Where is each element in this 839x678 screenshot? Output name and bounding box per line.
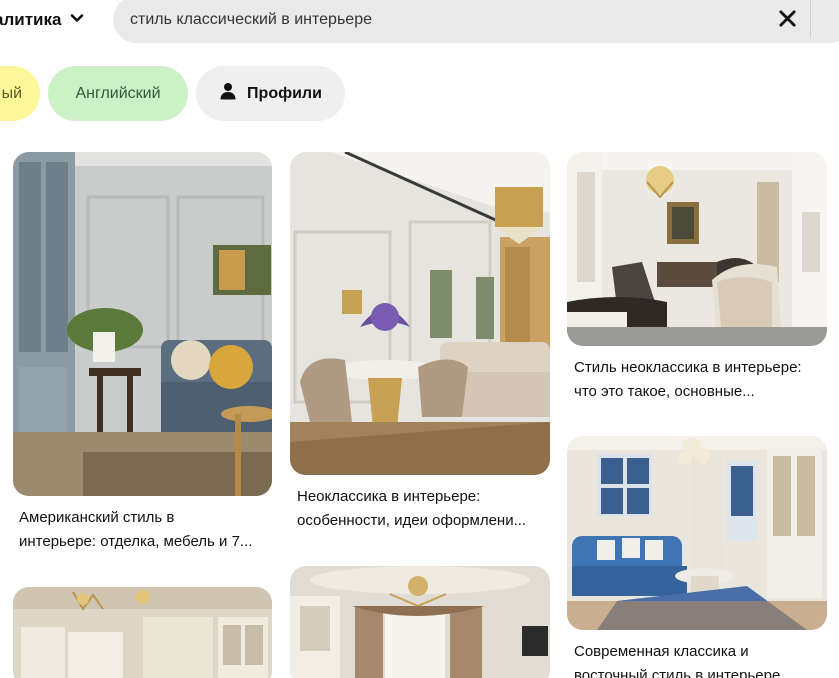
- clear-search-button[interactable]: [775, 6, 799, 30]
- pin-title[interactable]: Неоклассика в интерьере: особенности, ид…: [297, 485, 552, 533]
- pin-title[interactable]: Стиль неоклассика в интерьере: что это т…: [574, 356, 836, 404]
- search-input[interactable]: [130, 0, 750, 43]
- pin-image-american-style[interactable]: [13, 152, 272, 496]
- person-icon: [219, 82, 237, 105]
- pin-title-line: особенности, идеи оформлени...: [297, 512, 527, 529]
- chip-label: Профили: [247, 84, 322, 102]
- pin-title-line: что это такое, основные...: [574, 383, 755, 400]
- close-icon: [778, 9, 796, 27]
- pin-image-modern-classic-blue-sofa[interactable]: [567, 436, 827, 630]
- chevron-down-icon: [69, 10, 85, 31]
- pin-image-classic-livingroom[interactable]: [290, 566, 550, 678]
- chip-label: Английский: [75, 84, 161, 102]
- pin-title-line: Стиль неоклассика в интерьере:: [574, 359, 802, 376]
- pin-image-classic-kitchen[interactable]: [13, 587, 272, 678]
- pin-image-neoclassic-dining[interactable]: [290, 152, 550, 475]
- pin-title[interactable]: Американский стиль в интерьере: отделка,…: [19, 506, 274, 554]
- chip-profiles[interactable]: Профили: [196, 66, 345, 121]
- chip-label: ый: [1, 84, 22, 102]
- pin-title[interactable]: Современная классика и восточный стиль в…: [574, 640, 836, 678]
- filter-dropdown[interactable]: алитика: [0, 0, 85, 40]
- pin-title-line: Неоклассика в интерьере:: [297, 488, 481, 505]
- pin-image-neoclassic-hall[interactable]: [567, 152, 827, 346]
- search-divider: [810, 0, 811, 38]
- pin-title-line: интерьере: отделка, мебель и 7...: [19, 533, 253, 550]
- pin-title-line: восточный стиль в интерьере...: [574, 667, 793, 678]
- chip-english[interactable]: Английский: [48, 66, 188, 121]
- pin-title-line: Американский стиль в: [19, 509, 175, 526]
- pin-title-line: Современная классика и: [574, 643, 749, 660]
- search-bar: [113, 0, 839, 43]
- chip-filter-partial[interactable]: ый: [0, 66, 40, 121]
- filter-dropdown-label: алитика: [0, 10, 62, 29]
